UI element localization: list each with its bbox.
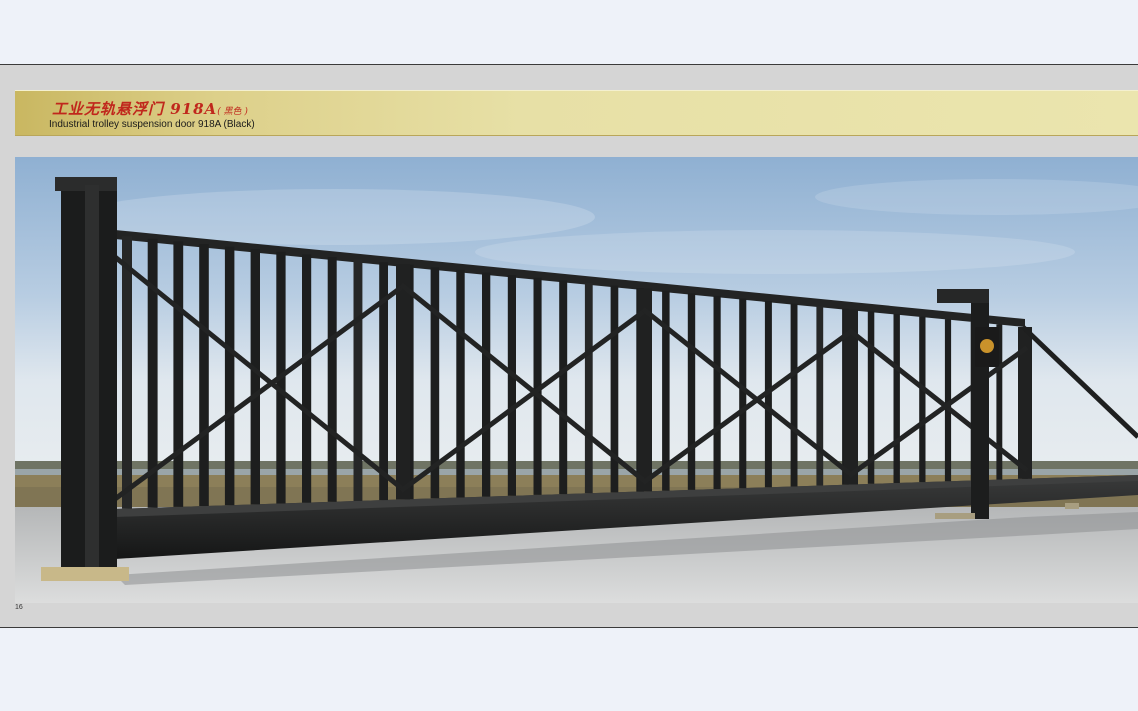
gate-bar xyxy=(713,295,721,489)
emblem-icon xyxy=(980,339,994,353)
gate-bar xyxy=(482,272,491,497)
product-title-english: Industrial trolley suspension door 918A … xyxy=(49,119,255,130)
page-number: 16 xyxy=(15,604,23,611)
gate-panel-post xyxy=(638,288,652,492)
gate-bar xyxy=(687,293,696,490)
gate-bar xyxy=(584,282,593,494)
gate-illustration xyxy=(15,157,1138,603)
catalog-page: 工业无轨悬浮门 918A( 黑色 ) Industrial trolley su… xyxy=(0,64,1138,628)
gate-bar xyxy=(790,303,798,487)
gate-bar xyxy=(224,246,235,506)
gate-bar xyxy=(122,236,132,509)
gate-bar xyxy=(919,316,926,483)
gate-bar xyxy=(199,244,209,506)
title-band: 工业无轨悬浮门 918A( 黑色 ) Industrial trolley su… xyxy=(15,90,1138,136)
gate-bar xyxy=(507,275,516,496)
product-title-chinese-main: 工业无轨悬浮门 918A xyxy=(52,100,218,118)
gate-bar xyxy=(173,241,184,507)
gate-bar xyxy=(250,249,260,505)
gate-bar xyxy=(816,306,824,486)
product-title-chinese: 工业无轨悬浮门 918A( 黑色 ) xyxy=(52,98,248,119)
gate-bar xyxy=(559,280,568,495)
gate-bar xyxy=(302,254,312,503)
gate-bar xyxy=(353,259,363,501)
gate-photo xyxy=(15,157,1138,603)
product-color-tag: ( 黑色 ) xyxy=(217,107,248,117)
gate-panel-post xyxy=(396,264,410,500)
gate-bar xyxy=(662,290,670,491)
gate-bar xyxy=(893,314,900,483)
gate-bar xyxy=(456,269,465,498)
right-post xyxy=(971,293,989,519)
gate-bar xyxy=(327,257,337,502)
